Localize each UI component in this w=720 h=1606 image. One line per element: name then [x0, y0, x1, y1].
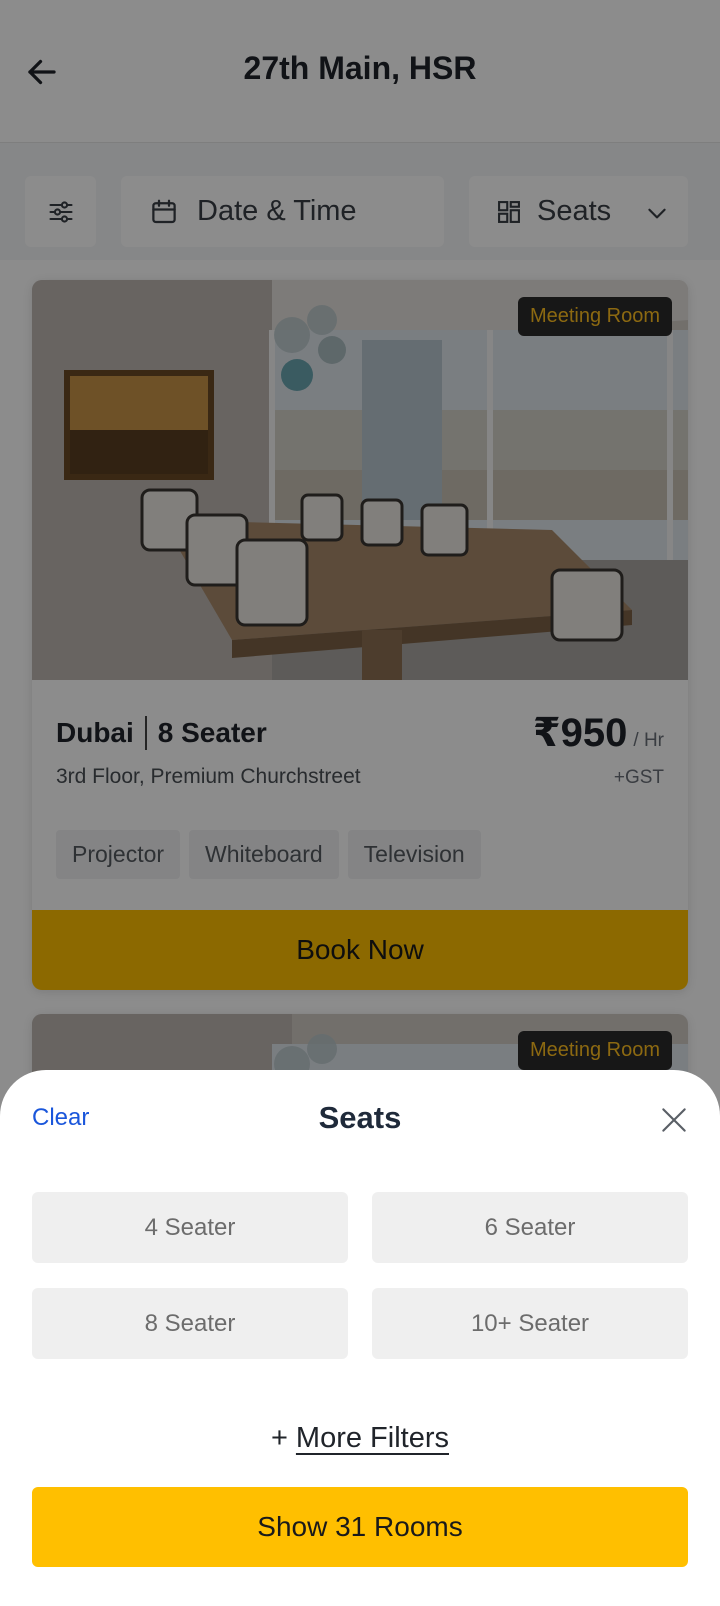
sheet-title: Seats — [318, 1100, 402, 1135]
close-button[interactable] — [658, 1104, 690, 1136]
close-icon — [662, 1108, 686, 1132]
seat-option-10-plus[interactable]: 10+ Seater — [372, 1288, 688, 1359]
more-filters-label: More Filters — [295, 1422, 449, 1454]
seat-option-6[interactable]: 6 Seater — [372, 1192, 688, 1263]
seat-option-8[interactable]: 8 Seater — [32, 1288, 348, 1359]
seats-bottom-sheet: Clear Seats 4 Seater 6 Seater 8 Seater 1… — [0, 1070, 720, 1606]
more-filters-link[interactable]: + More Filters — [0, 1422, 720, 1455]
show-rooms-button[interactable]: Show 31 Rooms — [32, 1487, 688, 1567]
seat-option-4[interactable]: 4 Seater — [32, 1192, 348, 1263]
plus-sign: + — [270, 1422, 288, 1454]
